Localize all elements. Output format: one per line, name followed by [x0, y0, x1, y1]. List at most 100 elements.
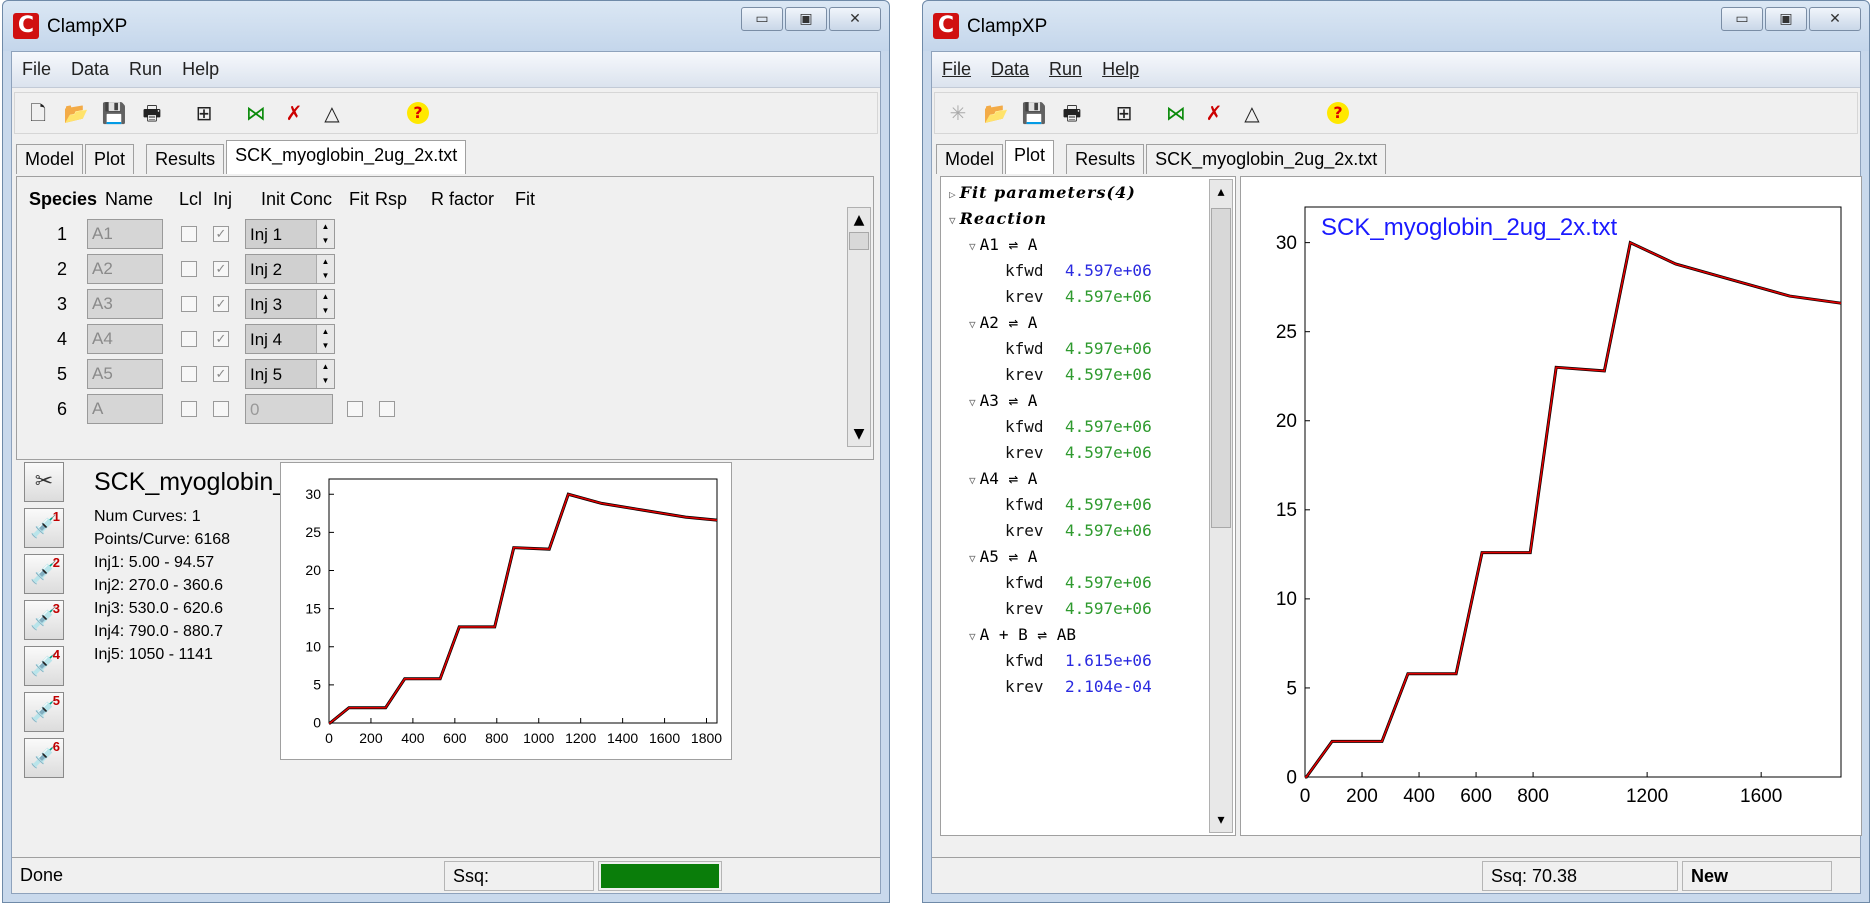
maximize-button[interactable]: ▣ — [785, 7, 827, 31]
menu-data[interactable]: Data — [71, 59, 109, 80]
tree-node-reaction-step[interactable]: ▽ A + B ⇌ AB — [969, 625, 1076, 644]
tab-model[interactable]: Model — [16, 144, 84, 174]
species-name-field[interactable]: A3 — [87, 289, 163, 319]
tree-param-kfwd[interactable]: kfwd 4.597e+06 — [1005, 495, 1152, 514]
inj-checkbox[interactable]: ✓ — [213, 331, 229, 347]
tree-param-kfwd[interactable]: kfwd 4.597e+06 — [1005, 261, 1152, 280]
tree-node-fit-parameters[interactable]: ▷ Fit parameters(4) — [949, 183, 1136, 202]
new-file-icon[interactable]: ✳ — [945, 99, 971, 127]
help-icon[interactable]: ? — [1327, 102, 1349, 124]
collapse-arrow-icon[interactable]: ▽ — [969, 318, 976, 331]
menu-file[interactable]: File — [942, 59, 971, 80]
scroll-thumb[interactable] — [1211, 208, 1231, 528]
minimize-button[interactable]: ▭ — [741, 7, 783, 31]
lcl-checkbox[interactable] — [181, 366, 197, 382]
scroll-down-button[interactable]: ▼ — [848, 422, 870, 446]
species-name-field[interactable]: A4 — [87, 324, 163, 354]
tree-param-krev[interactable]: krev 2.104e-04 — [1005, 677, 1152, 696]
init-conc-spinner[interactable]: Inj 1 ▲ ▼ — [245, 219, 335, 249]
species-name-field[interactable]: A2 — [87, 254, 163, 284]
delta-icon[interactable]: △ — [319, 99, 345, 127]
tree-param-kfwd[interactable]: kfwd 4.597e+06 — [1005, 417, 1152, 436]
print-icon[interactable]: 🖶 — [1059, 99, 1085, 127]
save-file-icon[interactable]: 💾 — [1021, 99, 1047, 127]
tree-node-reaction-step[interactable]: ▽ A2 ⇌ A — [969, 313, 1037, 332]
title-bar[interactable]: C ClampXP ▭ ▣ ✕ — [3, 1, 889, 51]
species-scrollbar[interactable]: ▲ ▼ — [847, 207, 871, 447]
tree-param-krev[interactable]: krev 4.597e+06 — [1005, 521, 1152, 540]
injection-button-3[interactable]: 💉 3 — [24, 600, 64, 640]
tree-param-kfwd[interactable]: kfwd 1.615e+06 — [1005, 651, 1152, 670]
spinner-arrows-icon[interactable]: ▲ ▼ — [316, 290, 334, 318]
close-button[interactable]: ✕ — [829, 7, 881, 31]
stop-icon[interactable]: ✗ — [281, 99, 307, 127]
injection-button-1[interactable]: 💉 1 — [24, 508, 64, 548]
species-name-field[interactable]: A5 — [87, 359, 163, 389]
init-conc-spinner[interactable]: Inj 5 ▲ ▼ — [245, 359, 335, 389]
lcl-checkbox[interactable] — [181, 401, 197, 417]
tab-results[interactable]: Results — [146, 144, 225, 174]
spinner-arrows-icon[interactable]: ▲ ▼ — [316, 325, 334, 353]
tree-param-krev[interactable]: krev 4.597e+06 — [1005, 365, 1152, 384]
inj-checkbox[interactable]: ✓ — [213, 261, 229, 277]
tree-param-krev[interactable]: krev 4.597e+06 — [1005, 443, 1152, 462]
menu-run[interactable]: Run — [129, 59, 162, 80]
tree-param-krev[interactable]: krev 4.597e+06 — [1005, 599, 1152, 618]
species-name-field[interactable]: A1 — [87, 219, 163, 249]
tree-node-reaction-step[interactable]: ▽ A1 ⇌ A — [969, 235, 1037, 254]
tab-plot[interactable]: Plot — [85, 144, 135, 174]
injection-button-2[interactable]: 💉 2 — [24, 554, 64, 594]
tab-plot[interactable]: Plot — [1005, 140, 1055, 174]
menu-help[interactable]: Help — [1102, 59, 1139, 80]
tree-param-krev[interactable]: krev 4.597e+06 — [1005, 287, 1152, 306]
fit-icon[interactable]: ⋈ — [243, 99, 269, 127]
inj-checkbox[interactable]: ✓ — [213, 296, 229, 312]
lcl-checkbox[interactable] — [181, 261, 197, 277]
title-bar[interactable]: C ClampXP ▭ ▣ ✕ — [923, 1, 1869, 51]
injection-button-4[interactable]: 💉 4 — [24, 646, 64, 686]
collapse-arrow-icon[interactable]: ▽ — [969, 396, 976, 409]
scroll-up-button[interactable]: ▴ — [1210, 180, 1232, 204]
tab-datafile[interactable]: SCK_myoglobin_2ug_2x.txt — [226, 140, 467, 174]
tree-scrollbar[interactable]: ▴ ▾ — [1209, 179, 1233, 833]
new-file-icon[interactable]: 🗋 — [25, 99, 51, 127]
injection-button-6[interactable]: 💉 6 — [24, 738, 64, 778]
menu-help[interactable]: Help — [182, 59, 219, 80]
cut-button[interactable]: ✂ — [24, 462, 64, 502]
spinner-arrows-icon[interactable]: ▲ ▼ — [316, 220, 334, 248]
tree-node-reaction-step[interactable]: ▽ A5 ⇌ A — [969, 547, 1037, 566]
injection-button-5[interactable]: 💉 5 — [24, 692, 64, 732]
collapse-arrow-icon[interactable]: ▽ — [969, 630, 976, 643]
lcl-checkbox[interactable] — [181, 296, 197, 312]
inj-checkbox[interactable]: ✓ — [213, 366, 229, 382]
menu-run[interactable]: Run — [1049, 59, 1082, 80]
tree-node-reaction-step[interactable]: ▽ A4 ⇌ A — [969, 469, 1037, 488]
collapse-arrow-icon[interactable]: ▽ — [949, 214, 956, 227]
print-icon[interactable]: 🖶 — [139, 99, 165, 127]
help-icon[interactable]: ? — [407, 102, 429, 124]
scroll-up-button[interactable]: ▲ — [848, 208, 870, 232]
tree-param-kfwd[interactable]: kfwd 4.597e+06 — [1005, 573, 1152, 592]
tab-datafile[interactable]: SCK_myoglobin_2ug_2x.txt — [1146, 144, 1387, 174]
tree-param-kfwd[interactable]: kfwd 4.597e+06 — [1005, 339, 1152, 358]
minimize-button[interactable]: ▭ — [1721, 7, 1763, 31]
init-conc-spinner[interactable]: Inj 4 ▲ ▼ — [245, 324, 335, 354]
scroll-thumb[interactable] — [849, 232, 869, 250]
fit-checkbox[interactable] — [347, 401, 363, 417]
save-file-icon[interactable]: 💾 — [101, 99, 127, 127]
add-data-icon[interactable]: ⊞ — [191, 99, 217, 127]
tab-results[interactable]: Results — [1066, 144, 1145, 174]
init-conc-spinner[interactable]: Inj 2 ▲ ▼ — [245, 254, 335, 284]
menu-data[interactable]: Data — [991, 59, 1029, 80]
lcl-checkbox[interactable] — [181, 331, 197, 347]
stop-icon[interactable]: ✗ — [1201, 99, 1227, 127]
spinner-arrows-icon[interactable]: ▲ ▼ — [316, 255, 334, 283]
close-button[interactable]: ✕ — [1809, 7, 1861, 31]
open-file-icon[interactable]: 📂 — [63, 99, 89, 127]
lcl-checkbox[interactable] — [181, 226, 197, 242]
tree-node-reaction-step[interactable]: ▽ A3 ⇌ A — [969, 391, 1037, 410]
inj-checkbox[interactable]: ✓ — [213, 226, 229, 242]
spinner-arrows-icon[interactable]: ▲ ▼ — [316, 360, 334, 388]
menu-file[interactable]: File — [22, 59, 51, 80]
collapse-arrow-icon[interactable]: ▽ — [969, 240, 976, 253]
